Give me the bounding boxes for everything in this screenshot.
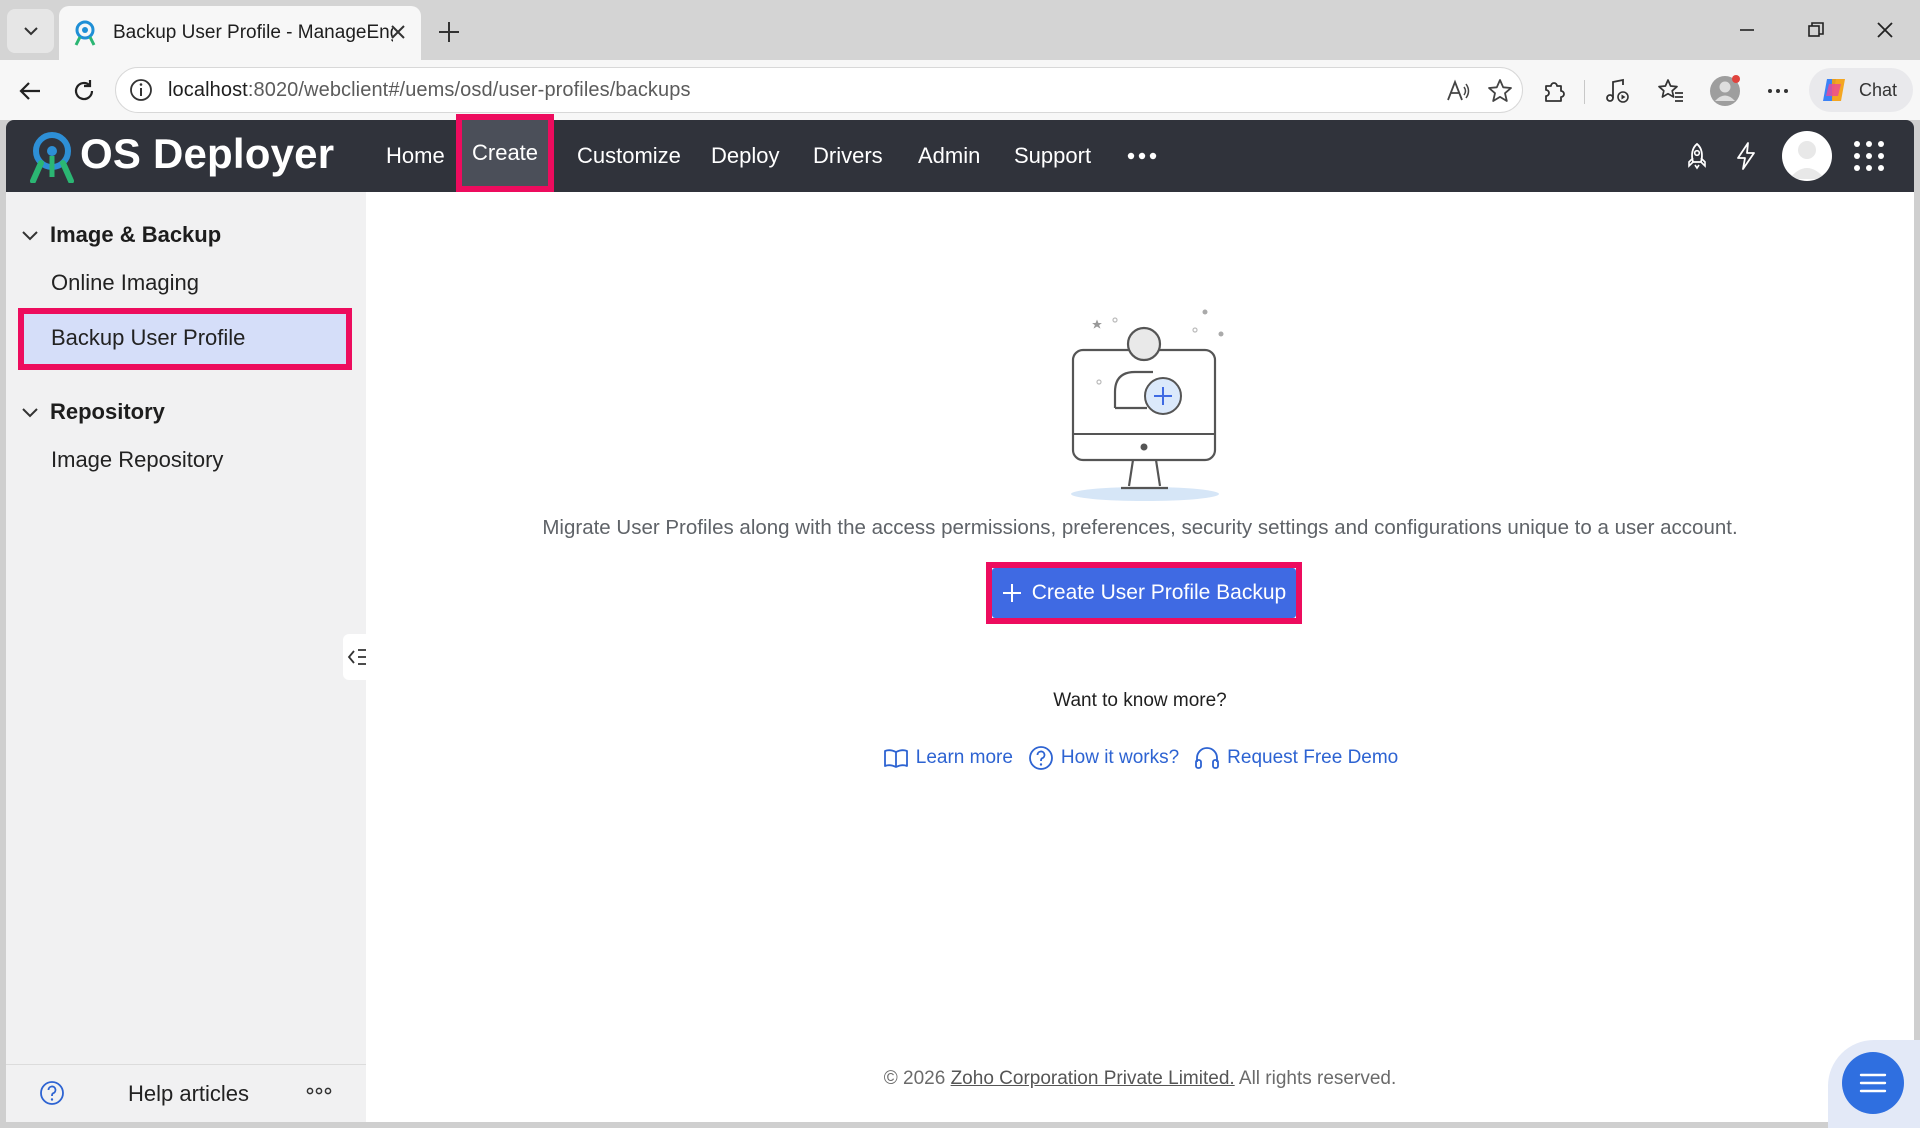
grid-apps-icon [1854, 141, 1884, 171]
sidebar-item-backup-user-profile[interactable]: Backup User Profile [51, 325, 245, 351]
user-profile-backup-illustration [1071, 309, 1224, 501]
tab-title: Backup User Profile - ManageEngine [113, 22, 393, 43]
help-articles-link[interactable]: Help articles [128, 1081, 249, 1107]
chevron-down-icon [23, 27, 38, 36]
os-deployer-favicon-icon [74, 20, 96, 46]
nav-support[interactable]: Support [1000, 120, 1105, 192]
more-nav-icon[interactable] [1126, 144, 1158, 168]
question-circle-icon [1029, 746, 1053, 770]
favorites-list-icon [1658, 79, 1683, 102]
minimize-button[interactable] [1722, 10, 1772, 50]
cta-label: Create User Profile Backup [1031, 581, 1287, 604]
favorites-button[interactable] [1654, 74, 1688, 108]
close-icon [1877, 22, 1893, 38]
more-options-icon[interactable] [306, 1083, 332, 1099]
arrow-left-icon [19, 82, 40, 100]
music-note-icon [1606, 78, 1629, 103]
know-more-text: Want to know more? [1053, 690, 1227, 711]
user-avatar[interactable] [1782, 131, 1832, 181]
copilot-chat-button[interactable]: Chat [1809, 68, 1913, 112]
new-tab-button[interactable] [431, 14, 467, 50]
brand-name[interactable]: OS Deployer [80, 130, 334, 178]
learn-more-link[interactable]: Learn more [882, 744, 1013, 772]
minimize-icon [1740, 29, 1754, 31]
app-launcher-button[interactable] [1850, 137, 1888, 175]
restore-button[interactable] [1791, 10, 1841, 50]
reload-button[interactable] [67, 74, 101, 108]
quick-launch-button[interactable] [1678, 137, 1716, 175]
plus-icon [1002, 584, 1021, 602]
user-avatar-icon [1789, 141, 1825, 179]
chevron-down-icon [22, 231, 38, 241]
company-link[interactable]: Zoho Corporation Private Limited. [951, 1068, 1235, 1089]
sidebar-item-online-imaging[interactable]: Online Imaging [51, 270, 199, 296]
nav-create[interactable]: Create [456, 114, 555, 192]
toolbar-divider [1584, 80, 1585, 104]
create-user-profile-backup-button[interactable]: Create User Profile Backup [992, 568, 1296, 618]
quick-actions-button[interactable] [1727, 137, 1765, 175]
lightning-icon [1737, 142, 1755, 170]
nav-admin[interactable]: Admin [904, 120, 994, 192]
help-circle-icon[interactable] [38, 1079, 66, 1107]
sidebar-section-label: Image & Backup [50, 222, 222, 247]
browser-tab-active[interactable]: Backup User Profile - ManageEngine [59, 6, 421, 60]
puzzle-icon [1545, 82, 1565, 102]
restore-icon [1808, 22, 1824, 37]
sidebar-section-label: Repository [50, 399, 165, 424]
address-bar[interactable]: localhost:8020/webclient#/uems/osd/user-… [115, 67, 1523, 113]
menu-lines-icon [1859, 1073, 1887, 1093]
copyright-footer: © 2026 Zoho Corporation Private Limited.… [883, 1068, 1397, 1089]
chevron-down-icon [22, 408, 38, 418]
nav-drivers[interactable]: Drivers [799, 120, 897, 192]
site-info-icon[interactable] [128, 77, 154, 103]
more-horizontal-icon [1768, 89, 1788, 93]
page-description: Migrate User Profiles along with the acc… [542, 516, 1738, 539]
plus-icon [439, 22, 459, 42]
tab-list-button[interactable] [7, 9, 54, 53]
how-it-works-link[interactable]: How it works? [1027, 744, 1179, 772]
chat-label: Chat [1859, 79, 1898, 100]
os-deployer-logo-icon [30, 132, 74, 183]
close-window-button[interactable] [1860, 10, 1910, 50]
extensions-button[interactable] [1537, 74, 1571, 108]
close-tab-icon[interactable] [387, 21, 409, 43]
sidebar-section-repository[interactable]: Repository [20, 399, 165, 425]
nav-customize[interactable]: Customize [563, 120, 695, 192]
book-icon [883, 749, 908, 768]
nav-home[interactable]: Home [372, 120, 459, 192]
profile-avatar-icon [1710, 75, 1740, 106]
profile-button[interactable] [1708, 74, 1742, 108]
sidebar-section-image-backup[interactable]: Image & Backup [20, 222, 221, 248]
nav-deploy[interactable]: Deploy [697, 120, 793, 192]
sidebar-item-image-repository[interactable]: Image Repository [51, 447, 223, 473]
support-chat-button[interactable] [1842, 1052, 1904, 1114]
url-text[interactable]: localhost:8020/webclient#/uems/osd/user-… [168, 79, 691, 102]
rocket-icon [1688, 142, 1706, 170]
media-button[interactable] [1600, 74, 1634, 108]
back-button[interactable] [13, 74, 47, 108]
read-aloud-icon[interactable] [1444, 77, 1472, 105]
favorite-star-icon[interactable] [1486, 77, 1514, 105]
request-free-demo-link[interactable]: Request Free Demo [1193, 744, 1398, 772]
copilot-icon [1823, 79, 1845, 101]
reload-icon [74, 80, 94, 101]
headset-icon [1195, 747, 1220, 769]
help-links: Learn more How it works? Request Free De… [366, 744, 1914, 772]
settings-menu-button[interactable] [1761, 74, 1795, 108]
